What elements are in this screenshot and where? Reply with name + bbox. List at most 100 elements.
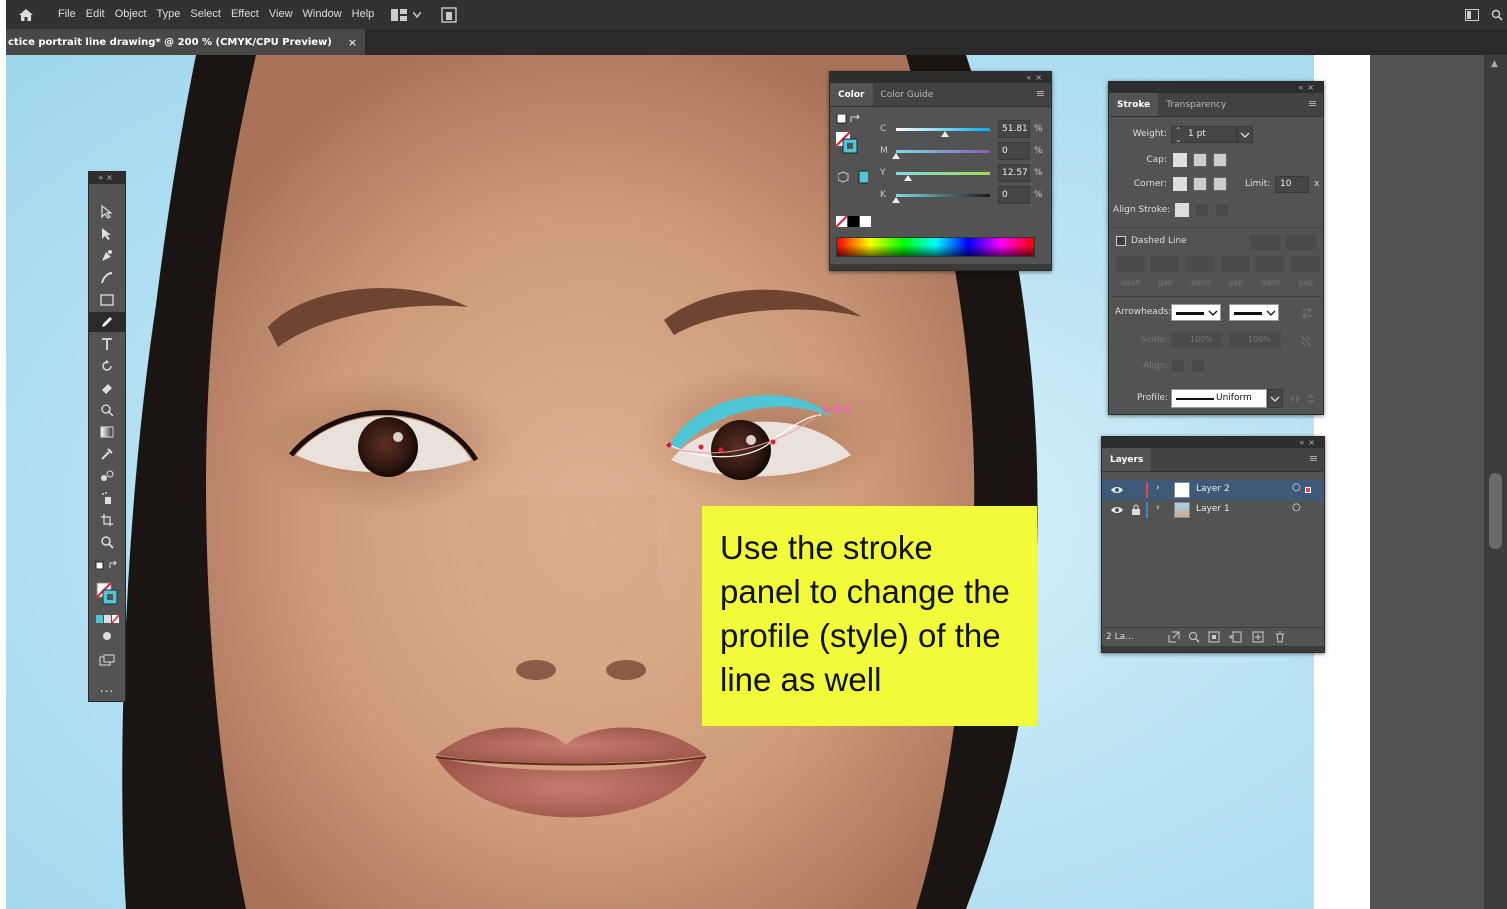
flip-across-icon[interactable] xyxy=(1305,393,1317,405)
eraser-tool-icon[interactable] xyxy=(89,378,125,398)
chevron-down-icon[interactable] xyxy=(413,11,422,18)
weight-dropdown[interactable] xyxy=(1237,126,1253,143)
magenta-knob[interactable] xyxy=(892,153,900,159)
gap-input-3[interactable] xyxy=(1290,256,1320,272)
new-layer-icon[interactable] xyxy=(1252,631,1264,643)
menu-help[interactable]: Help xyxy=(347,0,380,29)
document-tab[interactable]: ctice portrait line drawing* @ 200 % (CM… xyxy=(6,29,366,55)
lock-icon[interactable] xyxy=(1131,504,1141,516)
slider-black[interactable]: K 0 % xyxy=(830,186,1050,206)
profile-select[interactable]: Uniform xyxy=(1171,389,1267,408)
layers-panel-resize[interactable] xyxy=(1102,646,1324,652)
pen-tool-icon[interactable] xyxy=(89,246,125,266)
artboard-tool-icon[interactable] xyxy=(89,510,125,530)
black-knob[interactable] xyxy=(892,197,900,203)
selection-indicator-icon[interactable] xyxy=(1305,487,1311,493)
fill-stroke-swatch[interactable] xyxy=(89,580,125,610)
arrow-extend-button[interactable] xyxy=(1171,359,1185,373)
weight-input[interactable]: ⌃ ⌄ 1 pt xyxy=(1171,126,1237,144)
flip-along-icon[interactable] xyxy=(1289,393,1301,405)
miter-join-button[interactable] xyxy=(1173,177,1187,191)
tab-transparency[interactable]: Transparency xyxy=(1158,93,1234,116)
slider-magenta[interactable]: M 0 % xyxy=(830,142,1050,162)
cyan-knob[interactable] xyxy=(940,131,949,137)
panel-menu-icon[interactable]: ≡ xyxy=(1308,98,1317,110)
start-scale-input[interactable]: 100% xyxy=(1171,332,1223,348)
color-spectrum-bar[interactable] xyxy=(836,237,1035,257)
dashed-line-checkbox[interactable] xyxy=(1116,236,1126,246)
gpu-icon[interactable] xyxy=(441,6,457,23)
target-circle-icon[interactable]: ○ xyxy=(1292,482,1301,493)
export-icon[interactable] xyxy=(1168,631,1180,643)
zoom-tool-icon[interactable] xyxy=(89,532,125,552)
projecting-cap-button[interactable] xyxy=(1213,153,1227,167)
align-inside-button[interactable] xyxy=(1195,203,1209,217)
round-join-button[interactable] xyxy=(1193,177,1207,191)
color-panel-grip[interactable]: «× xyxy=(830,72,1051,83)
dash-preserve-button[interactable] xyxy=(1249,234,1281,250)
curvature-tool-icon[interactable] xyxy=(89,268,125,288)
swap-arrowheads-icon[interactable] xyxy=(1301,307,1313,319)
slider-black-value[interactable]: 0 xyxy=(998,186,1030,204)
arrow-place-button[interactable] xyxy=(1191,359,1205,373)
visibility-eye-icon[interactable] xyxy=(1110,505,1124,515)
bevel-join-button[interactable] xyxy=(1213,177,1227,191)
gap-input-2[interactable] xyxy=(1220,256,1250,272)
tab-stroke[interactable]: Stroke xyxy=(1109,93,1159,116)
panel-menu-icon[interactable]: ≡ xyxy=(1309,453,1318,465)
target-circle-icon[interactable]: ○ xyxy=(1292,502,1301,513)
scroll-up-icon[interactable]: ▲ xyxy=(1491,59,1498,69)
color-mode-icon[interactable] xyxy=(89,612,125,626)
profile-dropdown[interactable] xyxy=(1267,389,1283,408)
slider-cyan-value[interactable]: 51.81 xyxy=(998,120,1030,138)
expand-chevron-icon[interactable]: › xyxy=(1156,483,1160,493)
end-scale-input[interactable]: 100% xyxy=(1229,332,1281,348)
scrollbar-thumb[interactable] xyxy=(1489,473,1502,549)
slider-yellow-value[interactable]: 12.57 xyxy=(998,164,1030,182)
selection-tool-icon[interactable] xyxy=(89,202,125,222)
symbol-sprayer-tool-icon[interactable] xyxy=(89,488,125,508)
link-scale-icon[interactable] xyxy=(1299,334,1313,348)
tab-color[interactable]: Color xyxy=(830,83,873,106)
gradient-tool-icon[interactable] xyxy=(89,422,125,442)
menu-window[interactable]: Window xyxy=(298,0,347,29)
tools-panel-grip[interactable]: »× xyxy=(89,172,125,184)
edit-toolbar-button[interactable]: ... xyxy=(89,678,125,698)
expand-chevron-icon[interactable]: › xyxy=(1156,503,1160,513)
dash-align-button[interactable] xyxy=(1285,234,1317,250)
slider-cyan[interactable]: C 51.81 % xyxy=(830,120,1050,140)
locate-object-icon[interactable] xyxy=(1188,631,1200,643)
layers-panel-grip[interactable]: «× xyxy=(1102,437,1324,448)
layer-row[interactable]: › Layer 1 ○ xyxy=(1102,500,1324,520)
workspace-switcher[interactable] xyxy=(391,6,457,23)
menu-effect[interactable]: Effect xyxy=(226,0,264,29)
arrange-documents-icon[interactable] xyxy=(391,8,408,21)
rotate-tool-icon[interactable] xyxy=(89,356,125,376)
visibility-eye-icon[interactable] xyxy=(1110,485,1124,495)
end-arrowhead-select[interactable] xyxy=(1229,304,1279,321)
butt-cap-button[interactable] xyxy=(1173,153,1187,167)
magenta-track[interactable] xyxy=(896,150,990,153)
blend-tool-icon[interactable] xyxy=(89,466,125,486)
limit-input[interactable]: 10 xyxy=(1275,176,1309,193)
menu-type[interactable]: Type xyxy=(152,0,186,29)
slider-yellow[interactable]: Y 12.57 % xyxy=(830,164,1050,184)
dash-input-3[interactable] xyxy=(1255,256,1285,272)
black-track[interactable] xyxy=(896,194,990,197)
swap-fill-stroke-icon[interactable] xyxy=(89,558,125,574)
shape-builder-tool-icon[interactable] xyxy=(89,400,125,420)
stroke-panel-grip[interactable]: «× xyxy=(1109,82,1323,93)
gap-input-1[interactable] xyxy=(1150,256,1180,272)
align-outside-button[interactable] xyxy=(1215,203,1229,217)
align-center-button[interactable] xyxy=(1175,203,1189,217)
draw-mode-icon[interactable] xyxy=(89,628,125,644)
home-icon[interactable] xyxy=(11,0,41,29)
screen-mode-icon[interactable] xyxy=(89,650,125,670)
menu-file[interactable]: File xyxy=(53,0,81,29)
dash-input-1[interactable] xyxy=(1115,256,1145,272)
panel-toggle-icon[interactable] xyxy=(1465,8,1479,21)
trash-icon[interactable] xyxy=(1274,631,1286,643)
round-cap-button[interactable] xyxy=(1193,153,1207,167)
new-sublayer-icon[interactable] xyxy=(1228,631,1242,643)
color-panel-resize[interactable] xyxy=(830,264,1051,270)
